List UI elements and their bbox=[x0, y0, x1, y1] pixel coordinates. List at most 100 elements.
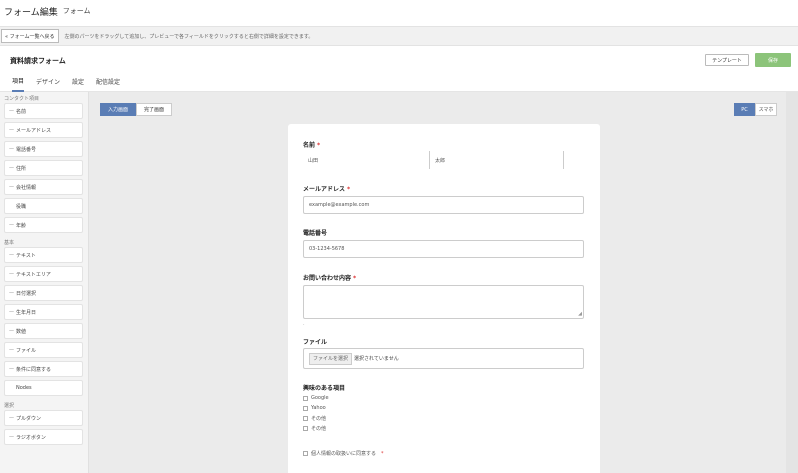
checkbox[interactable] bbox=[303, 405, 308, 411]
phone-label-text: 電話番号 bbox=[303, 230, 328, 237]
option-label: その他 bbox=[311, 416, 327, 422]
email-field-label[interactable]: メールアドレス * bbox=[303, 184, 350, 193]
inquiry-field-label[interactable]: お問い合わせ内容 * bbox=[303, 273, 356, 282]
device-tabs: PC スマホ bbox=[734, 103, 777, 116]
file-field-label[interactable]: ファイル bbox=[303, 337, 327, 346]
name-label-text: 名前 bbox=[303, 142, 316, 149]
part-label: 会社情報 bbox=[16, 184, 37, 191]
consent-checkbox-row[interactable]: 個人情報の取扱いに同意する * bbox=[303, 450, 384, 457]
app-title: フォーム編集 bbox=[4, 7, 58, 18]
part-label: 役職 bbox=[16, 203, 27, 210]
part-label: Nodes bbox=[16, 385, 32, 391]
part-label: 生年月日 bbox=[16, 309, 37, 316]
back-to-list-button[interactable]: « フォーム一覧へ戻る bbox=[1, 29, 59, 43]
interest-option[interactable]: Yahoo bbox=[303, 405, 326, 411]
drag-handle-icon: — bbox=[9, 222, 14, 228]
file-label-text: ファイル bbox=[303, 339, 328, 346]
part-name[interactable]: — 名前 bbox=[4, 103, 83, 119]
screen-mode-tabs: 入力画面 完了画面 bbox=[100, 103, 173, 116]
email-input[interactable]: example@example.com bbox=[303, 196, 584, 214]
part-position[interactable]: 役職 bbox=[4, 198, 83, 214]
section-heading: 基本 bbox=[4, 240, 15, 246]
tab-settings[interactable]: 設定 bbox=[72, 72, 84, 92]
separator-dot: . bbox=[303, 321, 305, 327]
part-label: メールアドレス bbox=[16, 127, 52, 134]
tab-smartphone[interactable]: スマホ bbox=[755, 103, 777, 116]
drag-handle-icon: — bbox=[9, 184, 14, 190]
option-label: Google bbox=[311, 395, 329, 401]
form-title: 資料請求フォーム bbox=[10, 57, 66, 65]
part-label: ファイル bbox=[16, 347, 37, 354]
part-agree[interactable]: — 条件に同意する bbox=[4, 361, 83, 377]
last-name-input[interactable]: 山田 bbox=[303, 151, 430, 169]
app-subtitle: フォーム bbox=[62, 7, 91, 15]
part-label: 日付選択 bbox=[16, 290, 37, 297]
drag-handle-icon: — bbox=[9, 146, 14, 152]
tab-pc[interactable]: PC bbox=[734, 103, 755, 116]
phone-input[interactable]: 03-1234-5678 bbox=[303, 240, 584, 258]
part-age[interactable]: — 年齢 bbox=[4, 217, 83, 233]
drag-handle-icon: — bbox=[9, 271, 14, 277]
option-label: Yahoo bbox=[311, 405, 326, 411]
checkbox[interactable] bbox=[303, 395, 308, 401]
part-textarea[interactable]: — テキストエリア bbox=[4, 266, 83, 282]
info-bar: « フォーム一覧へ戻る 左側のパーツをドラッグして追加し、プレビューで各フィール… bbox=[0, 26, 798, 46]
template-button[interactable]: テンプレート bbox=[705, 54, 749, 66]
required-mark: * bbox=[317, 142, 321, 149]
phone-field-label[interactable]: 電話番号 bbox=[303, 228, 327, 237]
part-label: 電話番号 bbox=[16, 146, 37, 153]
section-heading: コンタクト項目 bbox=[4, 96, 40, 102]
scrollbar[interactable] bbox=[786, 92, 798, 473]
resize-handle-icon[interactable]: ◢ bbox=[578, 312, 582, 317]
interest-option[interactable]: Google bbox=[303, 395, 329, 401]
first-name-input[interactable]: 太郎 bbox=[430, 151, 564, 169]
editor-tabs: 項目 デザイン 設定 配信設定 bbox=[0, 72, 798, 92]
required-mark: * bbox=[347, 186, 351, 193]
name-field-label[interactable]: 名前 * bbox=[303, 140, 320, 149]
inquiry-textarea[interactable]: ◢ bbox=[303, 285, 584, 319]
tab-design[interactable]: デザイン bbox=[36, 72, 60, 92]
part-date[interactable]: — 日付選択 bbox=[4, 285, 83, 301]
part-birthday[interactable]: — 生年月日 bbox=[4, 304, 83, 320]
required-mark: * bbox=[381, 450, 384, 457]
tab-input-screen[interactable]: 入力画面 bbox=[100, 103, 137, 116]
drag-handle-icon: — bbox=[9, 127, 14, 133]
section-heading: 選択 bbox=[4, 403, 15, 409]
part-nodes[interactable]: Nodes bbox=[4, 380, 83, 396]
tab-items[interactable]: 項目 bbox=[12, 72, 25, 92]
part-text[interactable]: — テキスト bbox=[4, 247, 83, 263]
interest-option[interactable]: その他 bbox=[303, 425, 326, 432]
part-radio[interactable]: — ラジオボタン bbox=[4, 429, 83, 445]
part-label: 名前 bbox=[16, 108, 27, 115]
interest-field-label[interactable]: 興味のある項目 bbox=[303, 383, 345, 392]
choose-file-button[interactable]: ファイルを選択 bbox=[309, 352, 353, 365]
part-email[interactable]: — メールアドレス bbox=[4, 122, 83, 138]
part-label: ラジオボタン bbox=[16, 434, 46, 441]
app-topbar: フォーム編集 フォーム bbox=[0, 0, 798, 22]
tab-delivery[interactable]: 配信設定 bbox=[96, 72, 120, 92]
drag-handle-icon: — bbox=[9, 415, 14, 421]
part-pulldown[interactable]: — プルダウン bbox=[4, 410, 83, 426]
part-address[interactable]: — 住所 bbox=[4, 160, 83, 176]
checkbox[interactable] bbox=[303, 451, 308, 456]
part-file[interactable]: — ファイル bbox=[4, 342, 83, 358]
tab-complete-screen[interactable]: 完了画面 bbox=[136, 103, 173, 116]
parts-sidebar[interactable]: コンタクト項目 — 名前 — メールアドレス — 電話番号 — 住所 — 会社情報 役職 … bbox=[0, 92, 89, 473]
checkbox[interactable] bbox=[303, 416, 308, 421]
required-mark: * bbox=[353, 275, 357, 282]
part-number[interactable]: — 数値 bbox=[4, 323, 83, 339]
part-company[interactable]: — 会社情報 bbox=[4, 179, 83, 195]
part-label: 条件に同意する bbox=[16, 366, 52, 373]
drag-handle-icon: — bbox=[9, 108, 14, 114]
checkbox[interactable] bbox=[303, 426, 308, 431]
save-button[interactable]: 保存 bbox=[755, 53, 791, 67]
part-phone[interactable]: — 電話番号 bbox=[4, 141, 83, 157]
part-label: 住所 bbox=[16, 165, 27, 172]
file-input[interactable]: ファイルを選択 選択されていません bbox=[303, 348, 584, 369]
part-label: テキストエリア bbox=[16, 271, 51, 278]
drag-handle-icon: — bbox=[9, 366, 14, 372]
consent-label: 個人情報の取扱いに同意する bbox=[311, 451, 377, 457]
interest-option[interactable]: その他 bbox=[303, 415, 326, 422]
part-label: 数値 bbox=[16, 328, 27, 335]
part-label: プルダウン bbox=[16, 415, 42, 422]
